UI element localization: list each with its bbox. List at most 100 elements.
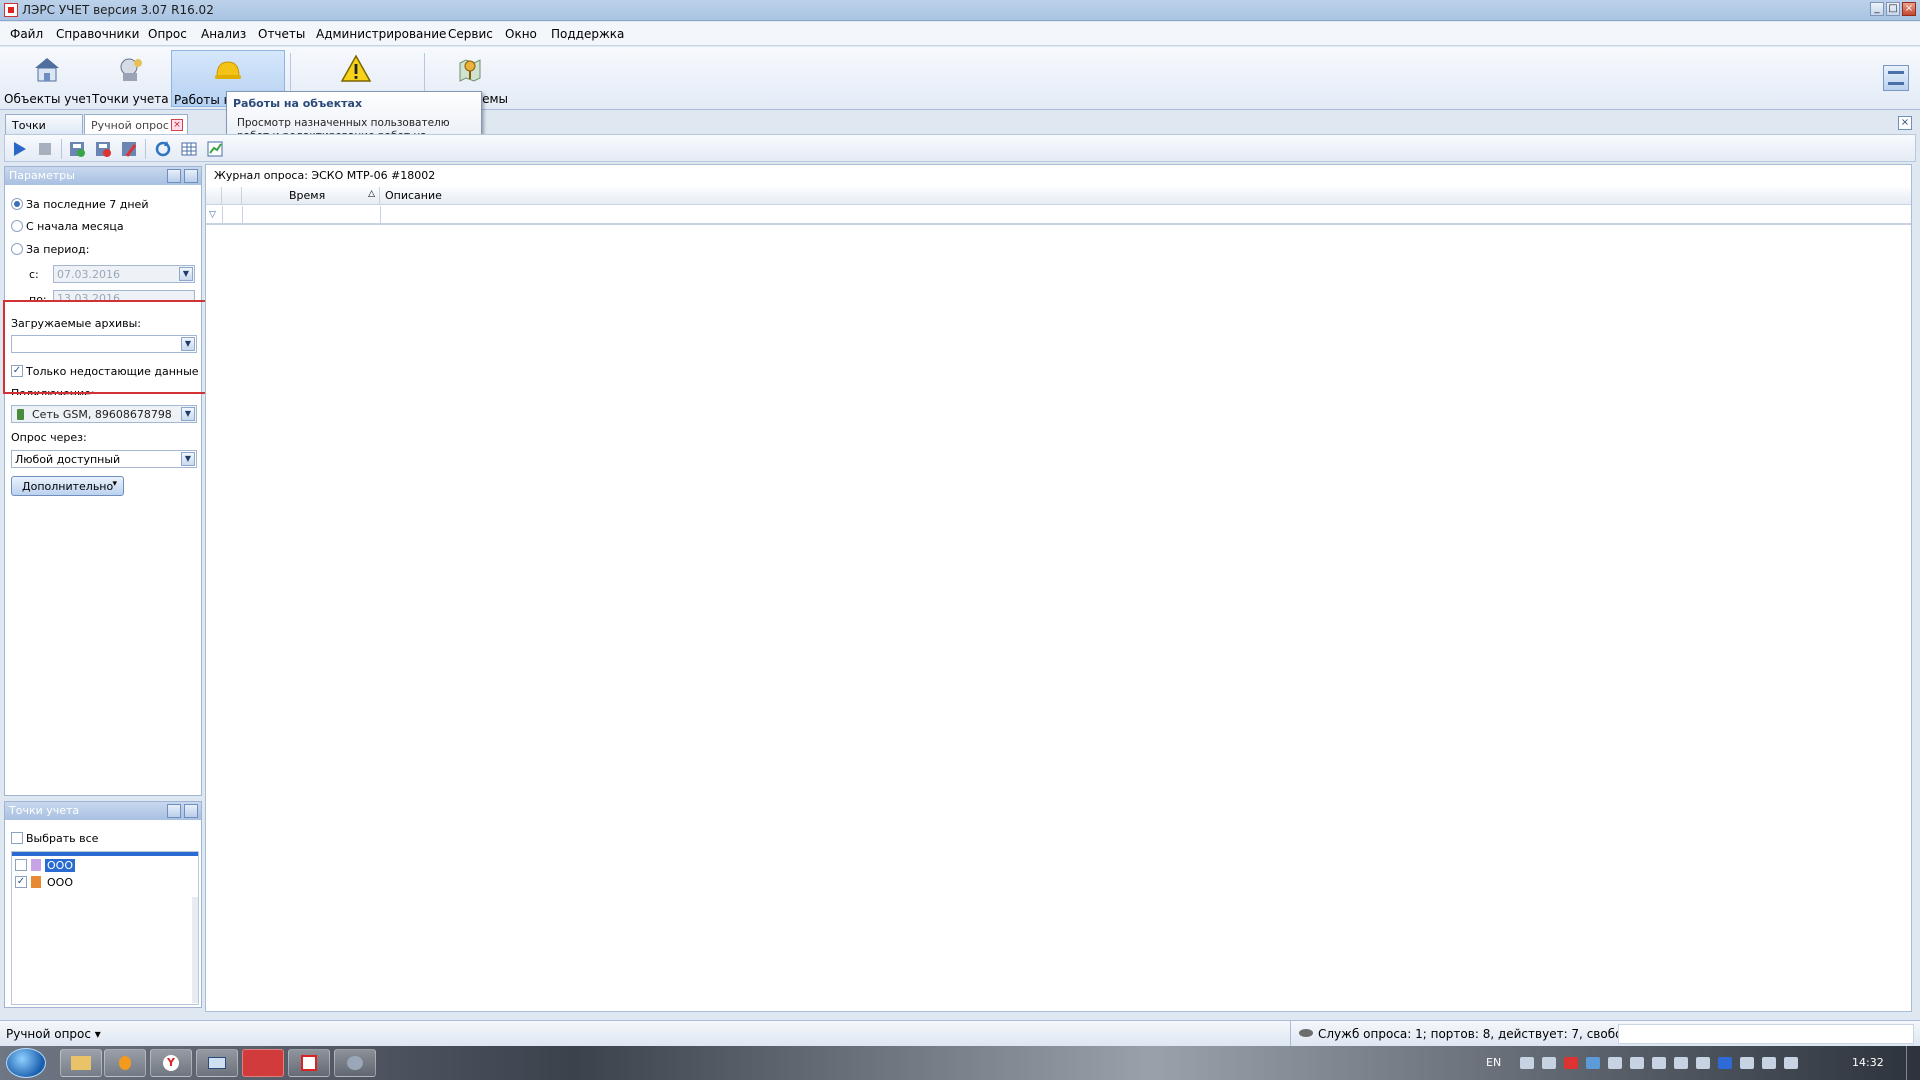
points-header: Точки учета: [5, 802, 201, 820]
menu-admin[interactable]: Администрирование: [316, 27, 446, 41]
date-from-field[interactable]: 07.03.2016 ▼: [53, 265, 195, 283]
divider: [242, 206, 243, 225]
panel-pin-icon[interactable]: [184, 804, 198, 818]
save-green-icon[interactable]: [67, 139, 87, 159]
taskbar-app-2[interactable]: [334, 1049, 376, 1077]
taskbar-yandex[interactable]: Y: [150, 1049, 192, 1077]
chevron-down-icon[interactable]: ▼: [181, 407, 195, 421]
poll-via-select[interactable]: Любой доступный ▼: [11, 450, 197, 468]
filter-row[interactable]: ▽: [206, 206, 1911, 225]
date-from-value: 07.03.2016: [57, 268, 120, 281]
tray-icon[interactable]: [1652, 1057, 1666, 1069]
more-options-button[interactable]: Дополнительно ▾: [11, 476, 124, 496]
poll-via-label: Опрос через:: [11, 431, 87, 444]
status-services: Служб опроса: 1; портов: 8, действует: 7…: [1318, 1027, 1662, 1041]
tray-icon[interactable]: [1542, 1057, 1556, 1069]
tray-icon[interactable]: [1674, 1057, 1688, 1069]
save-red-icon[interactable]: [93, 139, 113, 159]
ribbon-objects-button[interactable]: Объекты учета: [4, 50, 90, 107]
menu-reports[interactable]: Отчеты: [258, 27, 305, 41]
app-icon: [4, 3, 18, 17]
menu-support[interactable]: Поддержка: [551, 27, 624, 41]
tab-manual-poll[interactable]: Ручной опрос ×: [84, 114, 188, 134]
status-mode[interactable]: Ручной опрос ▾: [6, 1027, 101, 1041]
tray-icon[interactable]: [1564, 1057, 1578, 1069]
taskbar-window[interactable]: [196, 1049, 238, 1077]
building-icon: [31, 859, 41, 871]
tray-icon[interactable]: [1586, 1057, 1600, 1069]
volume-icon[interactable]: [1784, 1057, 1798, 1069]
scrollbar[interactable]: [192, 897, 198, 1003]
select-all-checkbox[interactable]: [11, 832, 23, 844]
divider: [380, 206, 381, 225]
taskbar-explorer[interactable]: [60, 1049, 102, 1077]
tooltip-title: Работы на объектах: [233, 97, 363, 110]
panel-minimize-icon[interactable]: [167, 169, 181, 183]
radio-period-label: За период:: [26, 243, 90, 256]
tree-item[interactable]: ООО: [47, 876, 73, 889]
menu-analysis[interactable]: Анализ: [201, 27, 246, 41]
tray-icon[interactable]: [1630, 1057, 1644, 1069]
language-indicator[interactable]: EN: [1486, 1056, 1501, 1069]
warning-icon: [340, 54, 372, 82]
highlight-box: [3, 300, 214, 394]
tray-icon[interactable]: [1608, 1057, 1622, 1069]
meter-icon: [120, 58, 142, 81]
parameters-panel: Параметры За последние 7 дней С начала м…: [4, 166, 202, 796]
layout-panel-icon[interactable]: [1883, 65, 1909, 91]
hardhat-icon: [215, 61, 241, 79]
close-button[interactable]: ×: [1902, 2, 1916, 16]
tray-icon[interactable]: [1740, 1057, 1754, 1069]
minimize-button[interactable]: _: [1870, 2, 1884, 16]
menu-file[interactable]: Файл: [10, 27, 43, 41]
menu-poll[interactable]: Опрос: [148, 27, 187, 41]
points-tree: ООО ✓ ООО: [11, 851, 199, 1005]
service-icon: [1299, 1029, 1313, 1037]
stop-icon[interactable]: [35, 139, 55, 159]
tab-points[interactable]: Точки учета: [5, 114, 83, 145]
taskbar-media[interactable]: [104, 1049, 146, 1077]
tree-item-checkbox[interactable]: [15, 859, 27, 871]
title-bar: ЛЭРС УЧЕТ версия 3.07 R16.02 _ □ ×: [0, 0, 1920, 21]
show-desktop-button[interactable]: [1906, 1046, 1920, 1080]
radio-last-7-days[interactable]: [11, 198, 23, 210]
radio-month-start[interactable]: [11, 220, 23, 232]
taskbar-lers[interactable]: [242, 1049, 284, 1077]
toolbar: [4, 134, 1916, 162]
refresh-icon[interactable]: [153, 139, 173, 159]
close-document-icon[interactable]: ×: [1898, 116, 1912, 130]
tray-icon[interactable]: [1696, 1057, 1710, 1069]
clock[interactable]: 14:32: [1852, 1056, 1884, 1069]
play-icon[interactable]: [9, 139, 29, 159]
sort-asc-icon: △: [368, 189, 375, 199]
tray-icon[interactable]: [1520, 1057, 1534, 1069]
tree-item-checkbox[interactable]: ✓: [15, 876, 27, 888]
check-column-header[interactable]: [222, 187, 242, 205]
column-description[interactable]: Описание: [385, 189, 442, 202]
panel-minimize-icon[interactable]: [167, 804, 181, 818]
menu-references[interactable]: Справочники: [56, 27, 139, 41]
maximize-button[interactable]: □: [1886, 2, 1900, 16]
table-icon[interactable]: [179, 139, 199, 159]
clear-icon[interactable]: [119, 139, 139, 159]
ribbon-objects-label: Объекты учета: [4, 92, 90, 106]
taskbar: Y EN 14:32: [0, 1046, 1920, 1080]
network-icon[interactable]: [1762, 1057, 1776, 1069]
close-tab-icon[interactable]: ×: [171, 119, 183, 131]
chevron-down-icon[interactable]: ▼: [179, 267, 193, 281]
chart-icon[interactable]: [205, 139, 225, 159]
chevron-down-icon[interactable]: ▼: [181, 452, 195, 466]
tree-item[interactable]: ООО: [45, 859, 75, 872]
menu-window[interactable]: Окно: [505, 27, 537, 41]
connection-select[interactable]: Сеть GSM, 89608678798 ▼: [11, 405, 197, 423]
bluetooth-icon[interactable]: [1718, 1057, 1732, 1069]
parameters-header: Параметры: [5, 167, 201, 185]
filter-icon[interactable]: ▽: [209, 210, 216, 220]
start-button[interactable]: [6, 1048, 46, 1078]
radio-period[interactable]: [11, 243, 23, 255]
panel-pin-icon[interactable]: [184, 169, 198, 183]
taskbar-app[interactable]: [288, 1049, 330, 1077]
menu-service[interactable]: Сервис: [448, 27, 493, 41]
column-time[interactable]: Время △: [242, 187, 380, 205]
ribbon-points-button[interactable]: Точки учета: [92, 50, 168, 107]
